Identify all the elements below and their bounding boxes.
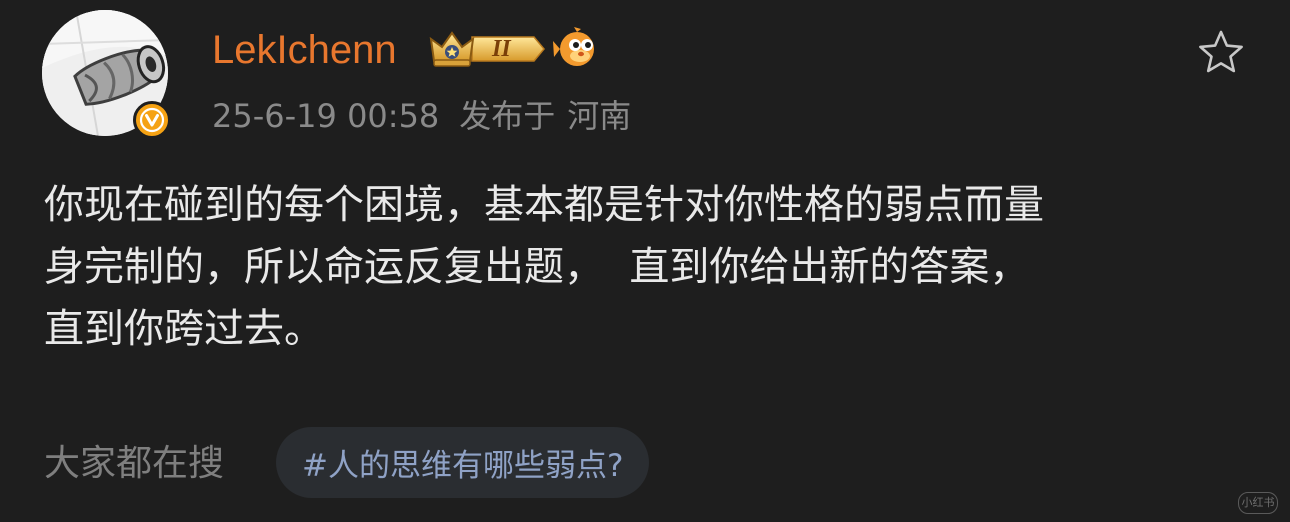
post-date: 25-6-19 00:58	[212, 97, 440, 135]
pufferfish-emoji-icon	[552, 26, 600, 70]
level-badge-text: II	[492, 36, 511, 62]
location-prefix: 发布于	[459, 97, 556, 135]
post-body: 你现在碰到的每个困境，基本都是针对你性格的弱点而量 身完制的，所以命运反复出题，…	[44, 182, 1044, 352]
star-outline-icon[interactable]	[1196, 28, 1246, 78]
trending-topic-text: #人的思维有哪些弱点?	[302, 448, 624, 484]
watermark: 小红书	[1238, 492, 1278, 514]
post-location: 河南	[567, 97, 632, 135]
trending-topic-button[interactable]: #人的思维有哪些弱点?	[276, 427, 650, 498]
verified-v-icon	[133, 101, 171, 139]
avatar[interactable]	[42, 10, 171, 139]
crown-level-icon[interactable]: II	[428, 27, 546, 71]
username[interactable]: LekIchenn	[212, 26, 397, 74]
search-label: 大家都在搜	[44, 443, 225, 484]
post-meta: 25-6-19 00:58 发布于 河南	[212, 96, 631, 136]
